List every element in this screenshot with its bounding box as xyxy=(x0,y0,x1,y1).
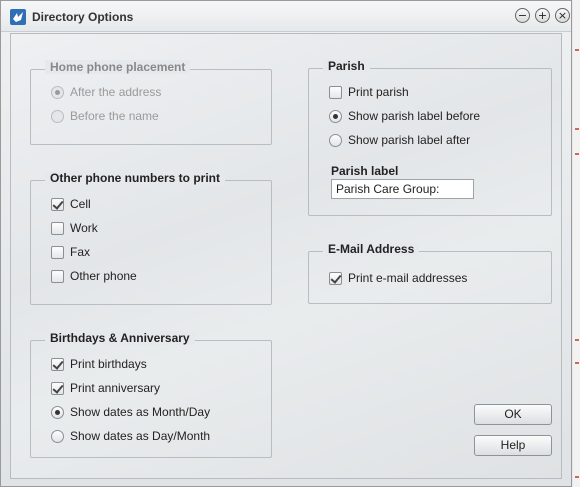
help-button[interactable]: Help xyxy=(474,435,552,456)
checkbox[interactable] xyxy=(51,357,64,371)
window-title: Directory Options xyxy=(32,10,134,24)
birthdays-group: Birthdays & Anniversary Print birthdays … xyxy=(30,331,272,458)
radio-before-name[interactable]: Before the name xyxy=(51,107,159,125)
checkbox[interactable] xyxy=(51,269,64,283)
home-phone-group-title: Home phone placement xyxy=(45,60,191,74)
close-icon[interactable]: × xyxy=(555,8,570,23)
checkbox-label: Work xyxy=(70,221,98,235)
radio-button[interactable] xyxy=(51,85,64,99)
directory-options-dialog: Directory Options − + × Home phone place… xyxy=(0,0,572,487)
checkbox-label: Print anniversary xyxy=(70,381,161,395)
radio-parish-label-after[interactable]: Show parish label after xyxy=(329,131,470,149)
maximize-icon[interactable]: + xyxy=(535,8,550,23)
radio-label: Show parish label before xyxy=(348,109,481,123)
birthdays-group-title: Birthdays & Anniversary xyxy=(45,331,195,345)
checkbox-label: Print parish xyxy=(348,85,409,99)
radio-after-address[interactable]: After the address xyxy=(51,83,161,101)
radio-button[interactable] xyxy=(51,429,64,443)
other-phones-group-title: Other phone numbers to print xyxy=(45,171,225,185)
minimize-icon[interactable]: − xyxy=(515,8,530,23)
checkbox-label: Print e-mail addresses xyxy=(348,271,468,285)
radio-button[interactable] xyxy=(329,133,342,147)
checkbox-label: Cell xyxy=(70,197,91,211)
checkbox-print-birthdays[interactable]: Print birthdays xyxy=(51,355,147,373)
radio-button[interactable] xyxy=(51,405,64,419)
radio-label: Before the name xyxy=(70,109,159,123)
app-dove-icon xyxy=(10,9,26,25)
radio-label: After the address xyxy=(70,85,162,99)
radio-button[interactable] xyxy=(51,109,64,123)
checkbox-print-email[interactable]: Print e-mail addresses xyxy=(329,269,467,287)
radio-button[interactable] xyxy=(329,109,342,123)
parish-label-input[interactable] xyxy=(331,179,474,199)
email-group-title: E-Mail Address xyxy=(323,242,420,256)
checkbox[interactable] xyxy=(51,381,64,395)
ok-button[interactable]: OK xyxy=(474,404,552,425)
radio-parish-label-before[interactable]: Show parish label before xyxy=(329,107,480,125)
parish-group-title: Parish xyxy=(323,59,370,73)
other-phones-group: Other phone numbers to print Cell Work F… xyxy=(30,171,272,305)
parish-label-caption: Parish label xyxy=(331,164,399,178)
checkbox[interactable] xyxy=(329,85,342,99)
checkbox-work[interactable]: Work xyxy=(51,219,98,237)
checkbox-label: Other phone xyxy=(70,269,137,283)
checkbox[interactable] xyxy=(51,197,64,211)
radio-label: Show dates as Day/Month xyxy=(70,429,211,443)
background-window-edge xyxy=(573,0,580,487)
email-group: E-Mail Address Print e-mail addresses xyxy=(308,242,552,304)
checkbox[interactable] xyxy=(329,271,342,285)
checkbox[interactable] xyxy=(51,221,64,235)
checkbox-fax[interactable]: Fax xyxy=(51,243,90,261)
checkbox[interactable] xyxy=(51,245,64,259)
dialog-body: Home phone placement After the address B… xyxy=(10,33,562,479)
title-bar[interactable]: Directory Options − + × xyxy=(1,1,571,32)
checkbox-label: Fax xyxy=(70,245,91,259)
radio-day-month[interactable]: Show dates as Day/Month xyxy=(51,427,210,445)
checkbox-other-phone[interactable]: Other phone xyxy=(51,267,137,285)
parish-group: Parish Print parish Show parish label be… xyxy=(308,59,552,216)
checkbox-label: Print birthdays xyxy=(70,357,147,371)
checkbox-print-anniversary[interactable]: Print anniversary xyxy=(51,379,160,397)
checkbox-print-parish[interactable]: Print parish xyxy=(329,83,409,101)
checkbox-cell[interactable]: Cell xyxy=(51,195,91,213)
radio-label: Show dates as Month/Day xyxy=(70,405,211,419)
radio-month-day[interactable]: Show dates as Month/Day xyxy=(51,403,210,421)
home-phone-group: Home phone placement After the address B… xyxy=(30,60,272,145)
radio-label: Show parish label after xyxy=(348,133,471,147)
